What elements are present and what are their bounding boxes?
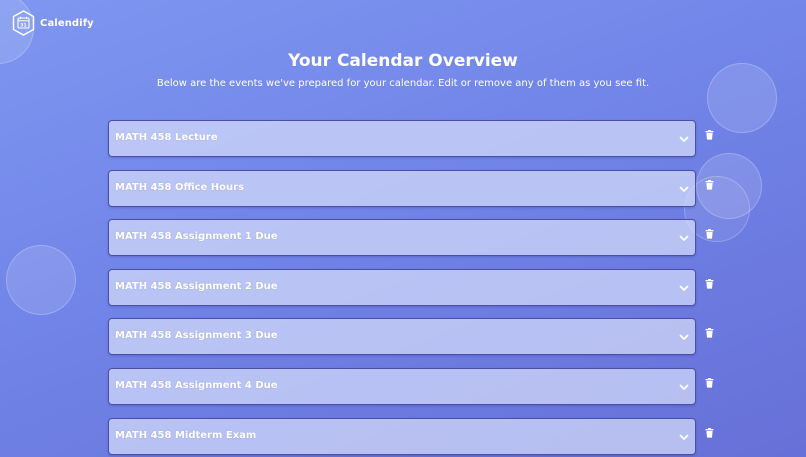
brand-logo[interactable]: 31 Calendify (12, 10, 94, 36)
decorative-bubble (6, 245, 76, 315)
event-title: MATH 458 Office Hours (115, 181, 245, 193)
event-row: MATH 458 Office Hours (108, 169, 724, 208)
trash-icon[interactable] (705, 377, 714, 388)
event-card-assignment-1[interactable]: MATH 458 Assignment 1 Due (108, 219, 696, 257)
chevron-down-icon[interactable] (678, 431, 690, 443)
chevron-down-icon[interactable] (678, 133, 690, 145)
event-title: MATH 458 Lecture (115, 132, 218, 143)
event-card-assignment-4[interactable]: MATH 458 Assignment 4 Due (108, 367, 696, 405)
trash-icon[interactable] (705, 278, 714, 289)
chevron-down-icon[interactable] (678, 183, 690, 195)
chevron-down-icon[interactable] (678, 232, 690, 244)
trash-icon[interactable] (705, 130, 714, 140)
chevron-down-icon[interactable] (678, 282, 690, 294)
event-title: MATH 458 Assignment 4 Due (115, 379, 278, 391)
event-card-midterm[interactable]: MATH 458 Midterm Exam (108, 417, 696, 455)
calendar-icon-day: 31 (20, 23, 26, 29)
event-card-assignment-2[interactable]: MATH 458 Assignment 2 Due (108, 268, 696, 306)
event-row: MATH 458 Assignment 2 Due (108, 268, 724, 307)
trash-icon[interactable] (705, 229, 714, 239)
trash-icon[interactable] (705, 427, 714, 438)
brand-name: Calendify (40, 17, 94, 29)
event-title: MATH 458 Assignment 1 Due (115, 231, 278, 243)
calendar-icon: 31 (12, 10, 35, 36)
page-title: Your Calendar Overview (288, 51, 518, 71)
event-title: MATH 458 Midterm Exam (115, 429, 257, 441)
event-card-lecture[interactable]: MATH 458 Lecture (108, 120, 696, 157)
event-list: MATH 458 Lecture MATH 458 Office Hours M… (108, 120, 724, 457)
event-card-office-hours[interactable]: MATH 458 Office Hours (108, 169, 696, 207)
trash-icon[interactable] (705, 328, 714, 338)
event-row: MATH 458 Assignment 1 Due (108, 219, 724, 257)
event-title: MATH 458 Assignment 3 Due (115, 330, 278, 342)
chevron-down-icon[interactable] (678, 331, 690, 343)
event-row: MATH 458 Lecture (108, 120, 724, 158)
event-row: MATH 458 Midterm Exam (108, 417, 724, 456)
event-card-assignment-3[interactable]: MATH 458 Assignment 3 Due (108, 318, 696, 356)
page-subtitle: Below are the events we've prepared for … (156, 78, 650, 89)
chevron-down-icon[interactable] (678, 381, 690, 393)
event-title: MATH 458 Assignment 2 Due (115, 280, 278, 292)
event-row: MATH 458 Assignment 4 Due (108, 367, 724, 406)
event-row: MATH 458 Assignment 3 Due (108, 318, 724, 356)
trash-icon[interactable] (705, 179, 714, 190)
